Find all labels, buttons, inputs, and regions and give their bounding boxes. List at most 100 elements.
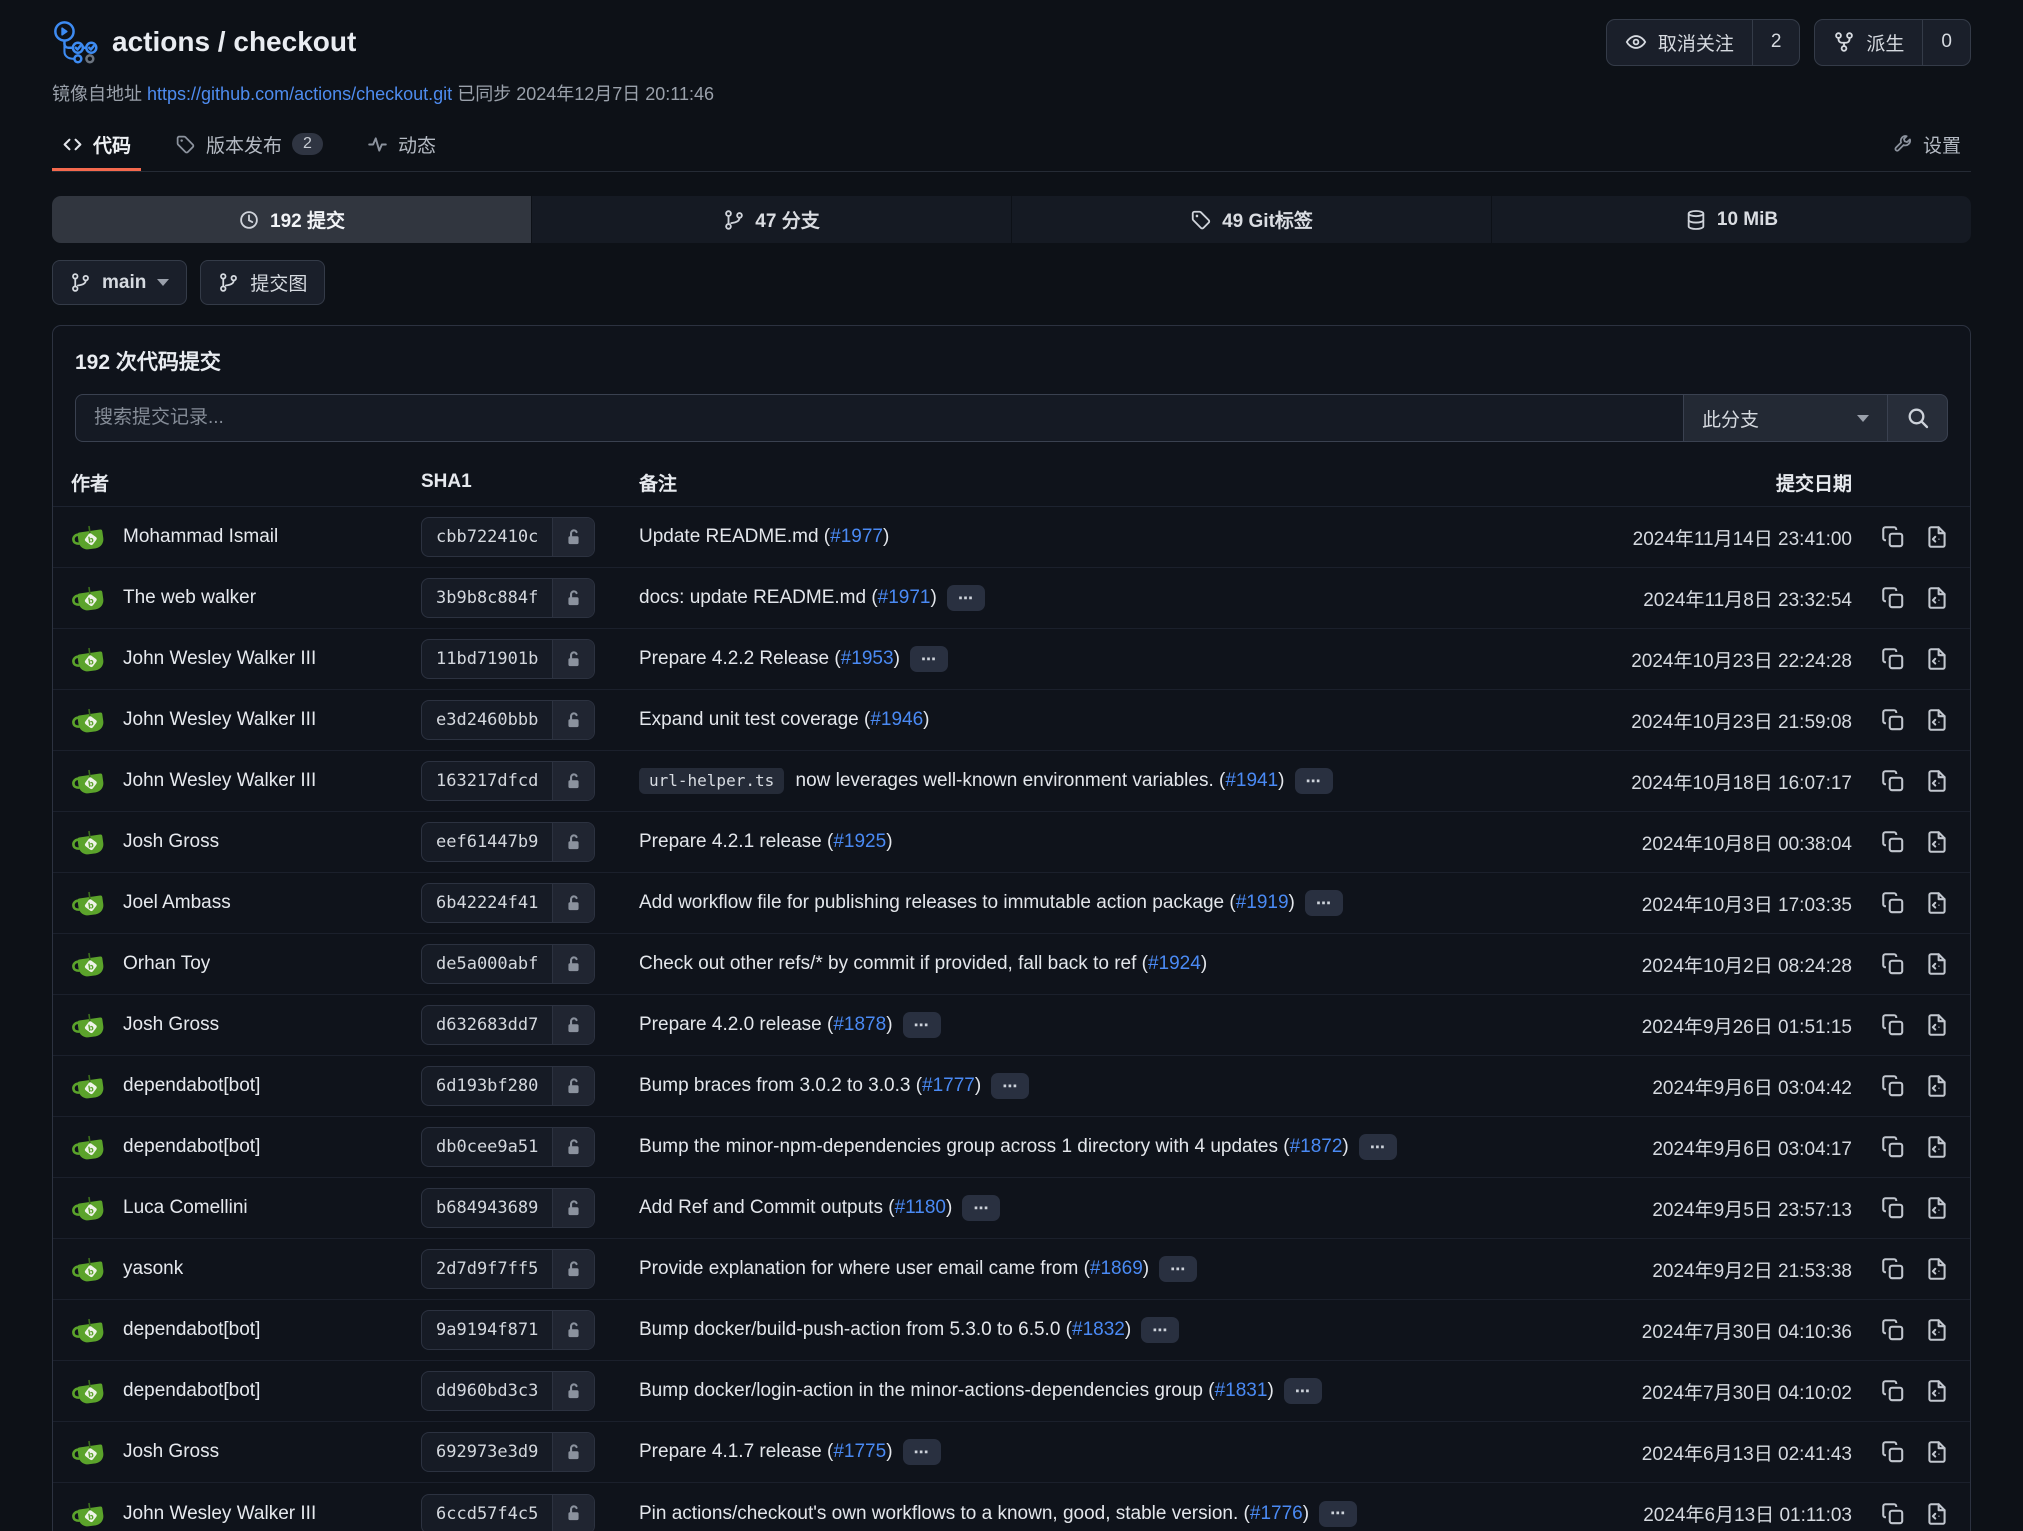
copy-sha-icon[interactable] bbox=[1880, 829, 1906, 855]
browse-files-at-commit-icon[interactable] bbox=[1924, 1317, 1950, 1343]
expand-commit-message-button[interactable]: ⋯ bbox=[947, 585, 985, 611]
expand-commit-message-button[interactable]: ⋯ bbox=[910, 646, 948, 672]
browse-files-at-commit-icon[interactable] bbox=[1924, 829, 1950, 855]
commit-sha-badge[interactable]: 163217dfcd bbox=[421, 761, 595, 801]
expand-commit-message-button[interactable]: ⋯ bbox=[1359, 1134, 1397, 1160]
expand-commit-message-button[interactable]: ⋯ bbox=[1284, 1378, 1322, 1404]
browse-files-at-commit-icon[interactable] bbox=[1924, 1073, 1950, 1099]
browse-files-at-commit-icon[interactable] bbox=[1924, 1195, 1950, 1221]
issue-link[interactable]: #1869 bbox=[1090, 1258, 1143, 1279]
commit-sha-badge[interactable]: 692973e3d9 bbox=[421, 1432, 595, 1472]
copy-sha-icon[interactable] bbox=[1880, 524, 1906, 550]
browse-files-at-commit-icon[interactable] bbox=[1924, 1378, 1950, 1404]
commit-graph-button[interactable]: 提交图 bbox=[200, 260, 325, 305]
commit-sha-badge[interactable]: 3b9b8c884f bbox=[421, 578, 595, 618]
forks-count[interactable]: 0 bbox=[1922, 20, 1970, 65]
commit-sha-badge[interactable]: 9a9194f871 bbox=[421, 1310, 595, 1350]
copy-sha-icon[interactable] bbox=[1880, 1317, 1906, 1343]
commit-sha-badge[interactable]: 11bd71901b bbox=[421, 639, 595, 679]
unwatch-button[interactable]: 取消关注 2 bbox=[1606, 19, 1801, 66]
issue-link[interactable]: #1925 bbox=[833, 831, 886, 852]
tab-releases[interactable]: 版本发布 2 bbox=[165, 120, 333, 171]
copy-sha-icon[interactable] bbox=[1880, 1439, 1906, 1465]
commit-sha-badge[interactable]: b684943689 bbox=[421, 1188, 595, 1228]
mirror-url-link[interactable]: https://github.com/actions/checkout.git bbox=[147, 84, 452, 104]
issue-link[interactable]: #1924 bbox=[1148, 953, 1201, 974]
expand-commit-message-button[interactable]: ⋯ bbox=[903, 1012, 941, 1038]
browse-files-at-commit-icon[interactable] bbox=[1924, 1501, 1950, 1527]
issue-link[interactable]: #1953 bbox=[841, 648, 894, 669]
browse-files-at-commit-icon[interactable] bbox=[1924, 585, 1950, 611]
stat-commits[interactable]: 192 提交 bbox=[52, 196, 531, 243]
commit-sha-badge[interactable]: eef61447b9 bbox=[421, 822, 595, 862]
fork-button[interactable]: 派生 0 bbox=[1814, 19, 1971, 66]
copy-sha-icon[interactable] bbox=[1880, 1073, 1906, 1099]
copy-sha-icon[interactable] bbox=[1880, 1195, 1906, 1221]
issue-link[interactable]: #1832 bbox=[1072, 1319, 1125, 1340]
commit-sha-badge[interactable]: cbb722410c bbox=[421, 517, 595, 557]
branch-filter-dropdown[interactable]: 此分支 bbox=[1684, 394, 1888, 442]
issue-link[interactable]: #1776 bbox=[1250, 1503, 1303, 1524]
expand-commit-message-button[interactable]: ⋯ bbox=[903, 1439, 941, 1465]
commit-sha-badge[interactable]: 2d7d9f7ff5 bbox=[421, 1249, 595, 1289]
browse-files-at-commit-icon[interactable] bbox=[1924, 1012, 1950, 1038]
issue-link[interactable]: #1946 bbox=[870, 709, 923, 730]
org-link[interactable]: actions bbox=[112, 26, 210, 57]
commit-sha-badge[interactable]: e3d2460bbb bbox=[421, 700, 595, 740]
copy-sha-icon[interactable] bbox=[1880, 1501, 1906, 1527]
expand-commit-message-button[interactable]: ⋯ bbox=[1159, 1256, 1197, 1282]
browse-files-at-commit-icon[interactable] bbox=[1924, 524, 1950, 550]
issue-link[interactable]: #1878 bbox=[833, 1014, 886, 1035]
stat-size[interactable]: 10 MiB bbox=[1491, 196, 1971, 243]
copy-sha-icon[interactable] bbox=[1880, 1012, 1906, 1038]
expand-commit-message-button[interactable]: ⋯ bbox=[1319, 1501, 1357, 1527]
branch-selector[interactable]: main bbox=[52, 260, 187, 305]
browse-files-at-commit-icon[interactable] bbox=[1924, 1439, 1950, 1465]
copy-sha-icon[interactable] bbox=[1880, 1134, 1906, 1160]
tab-activity[interactable]: 动态 bbox=[357, 120, 446, 171]
issue-link[interactable]: #1977 bbox=[830, 526, 883, 547]
search-commits-input[interactable] bbox=[75, 394, 1684, 442]
copy-sha-icon[interactable] bbox=[1880, 890, 1906, 916]
copy-sha-icon[interactable] bbox=[1880, 646, 1906, 672]
commit-sha-badge[interactable]: 6b42224f41 bbox=[421, 883, 595, 923]
expand-commit-message-button[interactable]: ⋯ bbox=[1295, 768, 1333, 794]
commit-sha-badge[interactable]: 6d193bf280 bbox=[421, 1066, 595, 1106]
actions-logo-icon[interactable] bbox=[52, 19, 98, 65]
issue-link[interactable]: #1919 bbox=[1236, 892, 1289, 913]
stat-tags[interactable]: 49 Git标签 bbox=[1011, 196, 1491, 243]
issue-link[interactable]: #1831 bbox=[1215, 1380, 1268, 1401]
tab-settings[interactable]: 设置 bbox=[1882, 120, 1971, 171]
browse-files-at-commit-icon[interactable] bbox=[1924, 1134, 1950, 1160]
issue-link[interactable]: #1971 bbox=[878, 587, 931, 608]
issue-link[interactable]: #1180 bbox=[895, 1197, 946, 1218]
commit-sha-badge[interactable]: d632683dd7 bbox=[421, 1005, 595, 1045]
browse-files-at-commit-icon[interactable] bbox=[1924, 1256, 1950, 1282]
tab-code[interactable]: 代码 bbox=[52, 120, 141, 171]
browse-files-at-commit-icon[interactable] bbox=[1924, 646, 1950, 672]
issue-link[interactable]: #1941 bbox=[1225, 770, 1278, 791]
browse-files-at-commit-icon[interactable] bbox=[1924, 768, 1950, 794]
browse-files-at-commit-icon[interactable] bbox=[1924, 951, 1950, 977]
issue-link[interactable]: #1872 bbox=[1290, 1136, 1343, 1157]
repo-link[interactable]: checkout bbox=[233, 26, 356, 57]
copy-sha-icon[interactable] bbox=[1880, 1378, 1906, 1404]
copy-sha-icon[interactable] bbox=[1880, 768, 1906, 794]
copy-sha-icon[interactable] bbox=[1880, 585, 1906, 611]
stat-branches[interactable]: 47 分支 bbox=[531, 196, 1011, 243]
commit-sha-badge[interactable]: dd960bd3c3 bbox=[421, 1371, 595, 1411]
expand-commit-message-button[interactable]: ⋯ bbox=[1305, 890, 1343, 916]
expand-commit-message-button[interactable]: ⋯ bbox=[991, 1073, 1029, 1099]
expand-commit-message-button[interactable]: ⋯ bbox=[1141, 1317, 1179, 1343]
copy-sha-icon[interactable] bbox=[1880, 951, 1906, 977]
browse-files-at-commit-icon[interactable] bbox=[1924, 890, 1950, 916]
copy-sha-icon[interactable] bbox=[1880, 707, 1906, 733]
search-button[interactable] bbox=[1888, 394, 1948, 442]
issue-link[interactable]: #1775 bbox=[833, 1441, 886, 1462]
expand-commit-message-button[interactable]: ⋯ bbox=[962, 1195, 1000, 1221]
commit-sha-badge[interactable]: 6ccd57f4c5 bbox=[421, 1494, 595, 1531]
issue-link[interactable]: #1777 bbox=[922, 1075, 975, 1096]
commit-sha-badge[interactable]: db0cee9a51 bbox=[421, 1127, 595, 1167]
watchers-count[interactable]: 2 bbox=[1752, 20, 1800, 65]
copy-sha-icon[interactable] bbox=[1880, 1256, 1906, 1282]
